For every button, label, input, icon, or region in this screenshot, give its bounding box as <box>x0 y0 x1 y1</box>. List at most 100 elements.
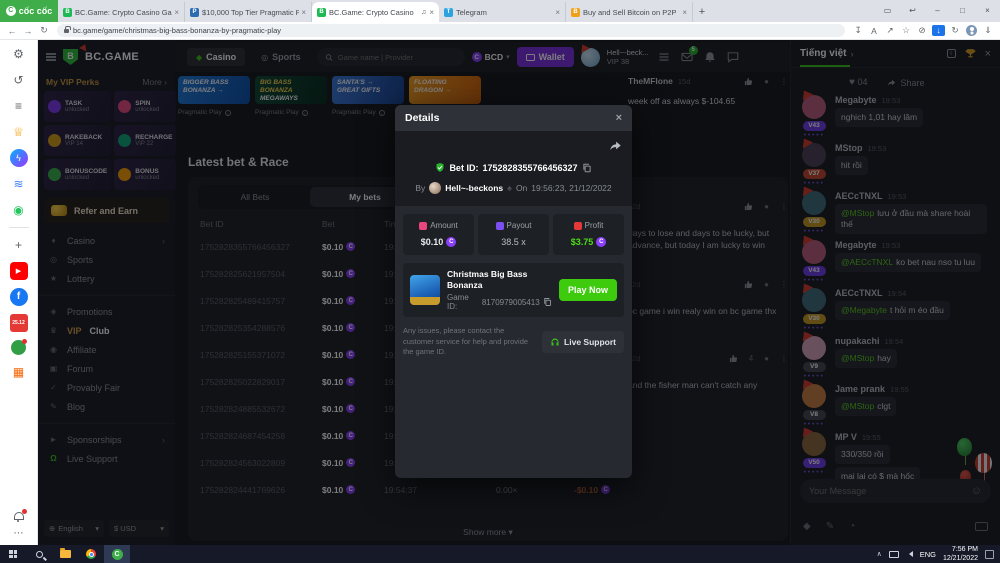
ssl-lock-icon[interactable] <box>64 29 69 33</box>
vip-perk-tile[interactable]: BONUSCODEunlocked <box>44 159 111 190</box>
new-tab-button[interactable]: + <box>693 2 711 22</box>
game-thumbnail[interactable] <box>410 275 440 305</box>
chat-avatar[interactable] <box>802 191 826 215</box>
active-download-icon[interactable]: ↓ <box>932 25 945 36</box>
bet-table-row[interactable]: 175282824441769626 $0.10 19:54:37 0.00× … <box>198 476 778 503</box>
tab-all-bets[interactable]: All Bets <box>200 187 310 207</box>
kebab-menu-icon[interactable]: ⋮ <box>780 280 788 289</box>
feed-post[interactable]: TheMFlone 15d ● ⋮ week off as always $-1… <box>628 76 788 107</box>
sidebar-menu-item[interactable]: ✓ Provably Fair <box>38 378 175 397</box>
sidebar-menu-item[interactable]: ► Sponsorships › <box>38 430 175 449</box>
calendar-icon[interactable]: 25.12 <box>10 314 28 332</box>
tab-close-icon[interactable]: × <box>429 8 434 17</box>
reader-mode-icon[interactable]: ▭ <box>875 0 900 22</box>
search-input[interactable] <box>338 53 457 62</box>
mention-link[interactable]: @MStop <box>841 401 874 411</box>
chat-avatar[interactable] <box>802 240 826 264</box>
thumb-up-icon[interactable] <box>729 354 738 363</box>
youtube-icon[interactable]: ▶ <box>10 262 28 280</box>
action-center-icon[interactable] <box>985 550 994 559</box>
messenger-icon[interactable]: ϟ <box>10 149 28 167</box>
browser-profile-icon[interactable] <box>966 25 977 36</box>
chat-input-box[interactable]: ☺ <box>800 479 991 503</box>
quests-list-icon[interactable] <box>656 49 672 65</box>
chat-username[interactable]: AECcTNXL <box>835 288 883 298</box>
chat-username[interactable]: AECcTNXL <box>835 191 883 201</box>
sidebar-menu-item[interactable]: ♛ VIP Club <box>38 321 175 340</box>
notifications-bell-icon[interactable] <box>14 512 24 520</box>
address-bar[interactable]: bc.game/game/christmas-big-bass-bonanza-… <box>57 24 845 37</box>
vip-perk-tile[interactable]: BONUSunlocked <box>114 159 176 190</box>
live-support-button[interactable]: Live Support <box>542 331 624 353</box>
window-maximize-button[interactable]: □ <box>950 0 975 22</box>
share-page-icon[interactable]: ↗ <box>882 25 898 36</box>
browser-tab[interactable]: B Buy and Sell Bitcoin on P2P × <box>566 2 693 22</box>
currency-selector[interactable]: $ USD▾ <box>109 520 169 537</box>
back-button[interactable]: ← <box>4 26 20 36</box>
nav-tab-sports[interactable]: ◎ Sports <box>252 48 310 66</box>
chat-username[interactable]: Jame prank <box>835 384 885 394</box>
tab-close-icon[interactable]: × <box>555 8 560 17</box>
thumb-up-icon[interactable] <box>744 77 753 86</box>
game-banner[interactable]: SANTA'S → GREAT GIFTS <box>332 76 404 104</box>
copy-icon[interactable] <box>582 163 592 173</box>
thumb-up-icon[interactable] <box>744 202 753 211</box>
chat-avatar[interactable] <box>802 143 826 167</box>
translate-icon[interactable]: A <box>866 26 882 36</box>
sidebar-menu-item[interactable]: Ω Live Support <box>38 449 175 468</box>
gif-icon[interactable]: ◔ <box>849 521 855 532</box>
mention-link[interactable]: @Megabyte <box>841 305 887 315</box>
keyboard-language[interactable]: ENG <box>920 550 936 559</box>
facebook-icon[interactable]: f <box>10 288 28 306</box>
mention-link[interactable]: @AECcTNXL <box>841 257 893 267</box>
share-bet-icon[interactable] <box>609 139 622 157</box>
start-button[interactable] <box>0 545 26 563</box>
nav-tab-casino[interactable]: ◆ Casino <box>187 48 245 66</box>
bet-username[interactable]: Hell~-beckons <box>445 183 503 193</box>
language-selector[interactable]: ⊕ English▾ <box>44 520 104 537</box>
game-banner[interactable]: FLOATING DRAGON → <box>409 76 481 104</box>
trophy-icon[interactable] <box>965 48 976 59</box>
hot-trends-icon[interactable]: ♕ <box>10 123 28 141</box>
post-author[interactable]: TheMFlone <box>628 76 673 86</box>
play-now-button[interactable]: Play Now <box>559 279 617 301</box>
chat-username[interactable]: MStop <box>835 143 863 153</box>
chat-username[interactable]: Megabyte <box>835 240 877 250</box>
show-more-button[interactable]: Show more ▾ <box>188 527 788 538</box>
file-explorer-icon[interactable] <box>52 545 78 563</box>
downloads-icon[interactable]: ⇓ <box>980 25 996 36</box>
info-icon[interactable]: i <box>379 110 385 116</box>
kebab-menu-icon[interactable]: ⋮ <box>780 77 788 86</box>
browser-tab[interactable]: P $10,000 Top Tier Pragmatic P × <box>185 2 312 22</box>
draw-icon[interactable]: ✎ <box>826 521 834 532</box>
info-icon[interactable]: i <box>302 110 308 116</box>
tray-expand-icon[interactable]: ∧ <box>877 550 882 558</box>
sidebar-menu-item[interactable]: ✎ Blog <box>38 397 175 416</box>
card-icon[interactable] <box>975 522 988 531</box>
tab-audio-icon[interactable]: ♫ <box>421 9 426 16</box>
coin-drop-icon[interactable]: ◆ <box>803 521 811 532</box>
chat-message-input[interactable] <box>809 486 966 496</box>
user-info[interactable]: Hell~-beck... VIP 38 <box>607 48 649 67</box>
chat-toggle-icon[interactable] <box>725 49 741 65</box>
rail-more-icon[interactable]: ⋯ <box>14 528 24 539</box>
currency-dropdown[interactable]: BCD ▾ <box>472 52 510 62</box>
feed-post[interactable]: 52d 4 ● ⋮ and the fisher man can't catch… <box>628 354 788 391</box>
vip-perk-tile[interactable]: TASKunlocked <box>44 91 111 122</box>
refer-and-earn-button[interactable]: Refer and Earn <box>44 198 169 223</box>
dislike-icon[interactable]: ● <box>764 354 769 363</box>
media-downloader-icon[interactable]: ≋ <box>10 175 28 193</box>
chat-close-icon[interactable]: × <box>985 48 991 60</box>
modal-close-icon[interactable]: × <box>616 112 622 124</box>
user-avatar[interactable] <box>429 182 441 194</box>
sidebar-menu-item[interactable]: ◎ Sports <box>38 250 175 269</box>
bookmark-star-icon[interactable]: ☆ <box>898 25 914 36</box>
kebab-menu-icon[interactable]: ⋮ <box>780 202 788 211</box>
coccoc-brand-logo[interactable]: C cốc cốc <box>0 0 58 22</box>
send-tab-icon[interactable]: ↩ <box>900 0 925 22</box>
browser-tab[interactable]: T Telegram × <box>439 2 566 22</box>
vip-perks-more-link[interactable]: More › <box>142 77 167 87</box>
notifications-bell-icon[interactable] <box>702 49 718 65</box>
kebab-menu-icon[interactable]: ⋮ <box>780 354 788 363</box>
volume-icon[interactable] <box>906 551 913 557</box>
